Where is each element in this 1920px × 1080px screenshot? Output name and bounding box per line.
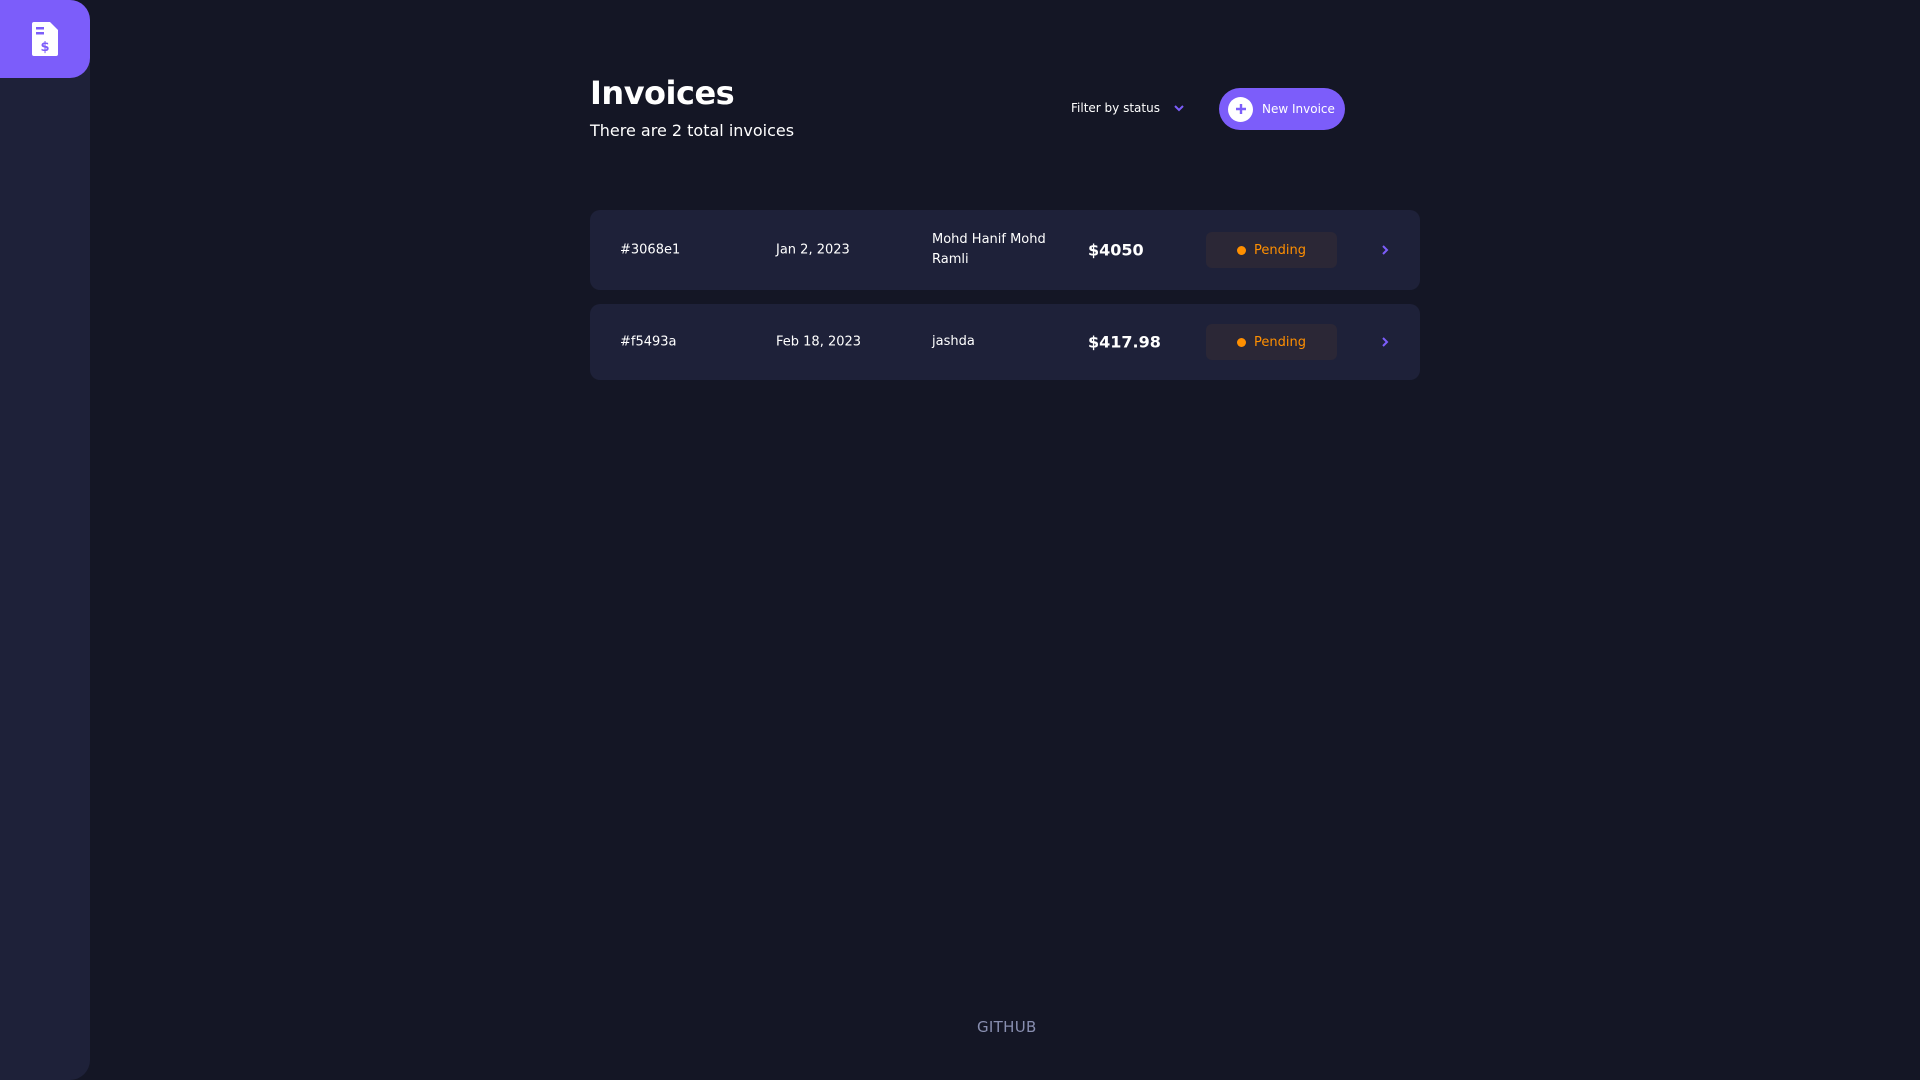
invoice-date: Feb 18, 2023 [776,334,862,350]
status-badge: Pending [1206,324,1337,360]
svg-text:$: $ [40,40,49,55]
chevron-right-icon[interactable] [1381,336,1389,348]
invoice-amount: $417.98 [1088,332,1161,352]
chevron-right-icon[interactable] [1381,244,1389,256]
invoice-row[interactable]: #3068e1 Jan 2, 2023 Mohd Hanif Mohd Raml… [590,210,1420,290]
invoice-id: #f5493a [620,334,677,350]
github-link[interactable]: GITHUB [977,1018,1037,1036]
invoice-client: jashda [932,334,975,349]
invoice-id: #3068e1 [620,242,681,258]
status-dot [1237,245,1247,255]
sidebar: $ [0,0,90,1080]
new-invoice-button[interactable]: New Invoice [1219,88,1345,130]
status-label: Pending [1254,242,1306,258]
page-title: Invoices [590,74,735,112]
filter-label: Filter by status [1071,101,1160,115]
chevron-down-icon [1174,104,1184,111]
app-logo[interactable]: $ [0,0,90,78]
invoice-dollar-icon: $ [32,22,58,56]
invoice-list: #3068e1 Jan 2, 2023 Mohd Hanif Mohd Raml… [590,210,1420,394]
status-label: Pending [1254,334,1306,350]
filter-by-status-dropdown[interactable]: Filter by status [1071,101,1184,115]
status-badge: Pending [1206,232,1337,268]
invoice-amount: $4050 [1088,240,1144,260]
page-header: Invoices There are 2 total invoices Filt… [590,74,1346,154]
invoice-client: Mohd Hanif Mohd Ramli [932,232,1046,267]
invoice-date: Jan 2, 2023 [776,242,850,258]
plus-icon [1228,96,1253,122]
new-invoice-label: New Invoice [1262,102,1335,116]
invoice-row[interactable]: #f5493a Feb 18, 2023 jashda $417.98 Pend… [590,304,1420,380]
status-dot [1237,337,1247,347]
app-root: $ Invoices There are 2 total invoices Fi… [0,0,1920,1080]
invoice-count: There are 2 total invoices [590,121,795,140]
